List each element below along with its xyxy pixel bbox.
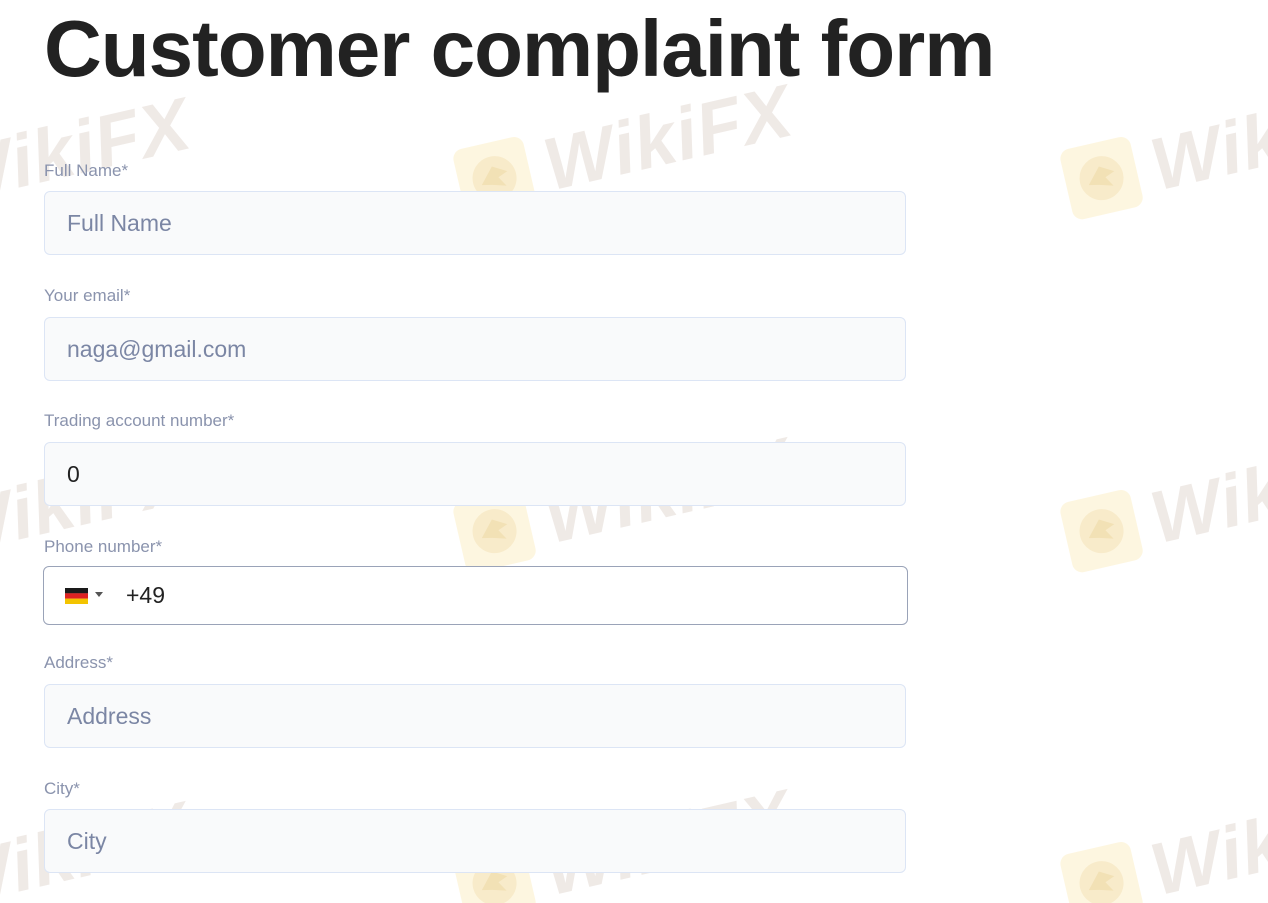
address-label: Address* [44, 653, 113, 672]
watermark-text: WikiFX [1142, 773, 1268, 903]
germany-flag-icon[interactable] [65, 588, 88, 604]
complaint-form-page: WikiFX WikiFX WikiFX WikiFX WikiFX WikiF… [0, 0, 1268, 903]
email-label: Your email* [44, 286, 131, 305]
watermark-text: WikiFX [1142, 421, 1268, 560]
trading-account-field-box [44, 442, 906, 506]
trading-account-label: Trading account number* [44, 411, 235, 430]
full-name-field-box [44, 191, 906, 255]
eagle-icon [1058, 134, 1145, 221]
watermark: WikiFX [1057, 68, 1268, 227]
phone-label: Phone number* [44, 537, 163, 556]
page-title: Customer complaint form [44, 4, 995, 93]
watermark: WikiFX [1057, 421, 1268, 580]
phone-field-box [43, 566, 908, 625]
address-input[interactable] [67, 685, 887, 747]
phone-input[interactable] [126, 567, 886, 624]
eagle-icon [1058, 839, 1145, 903]
city-label: City* [44, 779, 80, 798]
watermark-text: WikiFX [1142, 68, 1268, 207]
eagle-icon [1058, 487, 1145, 574]
email-input[interactable] [67, 318, 887, 380]
trading-account-input[interactable] [67, 443, 887, 505]
chevron-down-icon[interactable] [95, 592, 103, 597]
full-name-label: Full Name* [44, 161, 129, 180]
email-field-box [44, 317, 906, 381]
watermark: WikiFX [1057, 773, 1268, 903]
full-name-input[interactable] [67, 192, 887, 254]
address-field-box [44, 684, 906, 748]
city-field-box [44, 809, 906, 873]
city-input[interactable] [67, 810, 887, 872]
